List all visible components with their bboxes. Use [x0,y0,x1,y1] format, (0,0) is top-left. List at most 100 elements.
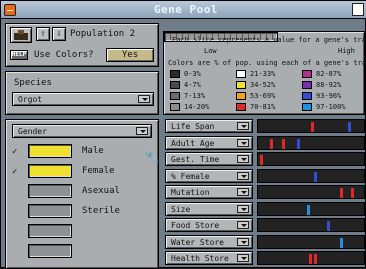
gender-label: Sterile [82,206,120,216]
use-colors-toggle[interactable]: Yes [106,48,154,62]
legend-swatch-label: 7-13% [184,92,206,100]
legend-line1: Each slice represents a value for a gene… [172,36,366,44]
legend-swatch-label: 4-7% [184,81,201,89]
legend-swatch-label: 82-87% [316,70,342,78]
gene-trait-marker [311,122,314,132]
gene-trait-marker [340,237,343,248]
gene-trait-label: Health Store [171,254,229,263]
legend-swatch [236,81,246,89]
gender-label: Male [82,146,104,156]
organism-icon[interactable] [10,27,32,43]
chevron-down-icon [237,122,249,130]
legend-panel: Each slice represents a value for a gene… [163,31,366,115]
legend-low: Low [204,47,217,55]
legend-swatch [236,70,246,78]
legend-swatch [236,92,246,100]
gender-color-box[interactable] [28,224,72,238]
next-population-button[interactable]: ⇩ [52,27,66,41]
gene-trait-marker [327,221,330,231]
chevron-down-icon [237,204,249,213]
species-dropdown[interactable]: Orgot [12,92,154,106]
legend-swatch-label: 14-20% [184,103,210,111]
gene-trait-marker [260,155,263,165]
gene-distribution-track [257,168,365,183]
gender-panel: Gender ✓ Male ✓ Female Asexual Sterile 🔧 [5,119,159,269]
legend-swatch-label: 70-81% [250,103,276,111]
gene-trait-label: Mutation [171,188,210,197]
legend-swatch [236,103,246,111]
legend-swatch [302,70,312,78]
species-label: Species [14,78,52,88]
gene-distribution-track [257,234,365,249]
gene-trait-label: Water Store [171,237,224,247]
gene-distribution-track [257,152,365,166]
gender-check-mark[interactable]: ✓ [12,147,17,157]
gene-trait-dropdown[interactable]: Mutation [165,185,253,199]
gene-trait-marker [314,171,317,182]
population-label: Population 2 [70,29,136,39]
gender-check-mark[interactable]: ✓ [12,167,17,177]
legend-swatch [170,103,180,111]
chevron-down-icon [237,138,249,147]
gene-trait-dropdown[interactable]: % Female [165,168,253,183]
gender-color-box[interactable] [28,244,72,258]
gene-trait-marker [340,188,343,198]
gene-trait-dropdown[interactable]: Life Span [165,119,253,133]
wrench-icon[interactable]: 🔧 [144,150,159,164]
use-colors-label: Use Colors? [34,50,94,60]
legend-swatch-label: 88-92% [316,81,342,89]
chevron-down-icon [237,155,249,163]
legend-swatch-label: 53-69% [250,92,276,100]
gender-dropdown[interactable]: Gender [12,124,152,138]
gene-trait-label: % Female [171,171,210,181]
gene-trait-label: Food Store [171,221,220,230]
gene-distribution-track [257,119,365,133]
gene-trait-dropdown[interactable]: Size [165,201,253,216]
previous-population-button[interactable]: ⇧ [36,27,50,41]
toolbar-panel: ⇧ ⇩ Population 2 HELP Use Colors? Yes [5,23,159,67]
gene-trait-dropdown[interactable]: Food Store [165,218,253,232]
gene-trait-marker [282,138,285,149]
gene-trait-label: Size [171,204,191,214]
legend-high: High [338,47,355,55]
legend-swatch-label: 21-33% [250,70,276,78]
legend-swatch [170,70,180,78]
gene-trait-dropdown[interactable]: Water Store [165,234,253,249]
chevron-down-icon [237,221,249,229]
legend-swatch-label: 97-100% [316,103,346,111]
legend-swatch-label: 34-52% [250,81,276,89]
gene-distribution-track [257,135,365,150]
gender-color-box[interactable] [28,184,72,198]
gene-trait-marker [270,138,273,149]
chevron-down-icon [237,188,249,196]
legend-swatch [170,92,180,100]
gene-trait-dropdown[interactable]: Gest. Time [165,152,253,166]
legend-line2: Colors are % of pop. using each of a gen… [168,59,366,67]
gene-distribution-track [257,251,365,265]
gender-color-box[interactable] [28,164,72,178]
species-selected: Orgot [18,95,43,104]
gene-distribution-track [257,185,365,199]
gender-color-box[interactable] [28,204,72,218]
chevron-down-icon [136,127,148,135]
gene-trait-marker [351,188,354,198]
gene-trait-label: Adult Age [171,138,215,148]
gender-label: Female [82,166,115,176]
legend-swatch-label: 93-96% [316,92,342,100]
gene-trait-marker [297,138,300,149]
gene-trait-dropdown[interactable]: Health Store [165,251,253,265]
gene-trait-dropdown[interactable]: Adult Age [165,135,253,150]
gene-trait-marker [309,254,312,264]
title-bar[interactable]: Gene Pool [1,1,366,19]
gene-trait-marker [314,254,317,264]
gene-trait-marker [348,122,351,132]
close-gadget-icon[interactable] [4,4,16,16]
gender-color-box[interactable] [28,144,72,158]
species-panel: Species Orgot [5,71,159,115]
help-button[interactable]: HELP [10,50,28,60]
depth-gadget-icon[interactable] [352,3,364,16]
gene-trait-marker [307,204,310,215]
legend-swatch [302,92,312,100]
legend-swatch [302,81,312,89]
gene-distribution-track [257,201,365,216]
